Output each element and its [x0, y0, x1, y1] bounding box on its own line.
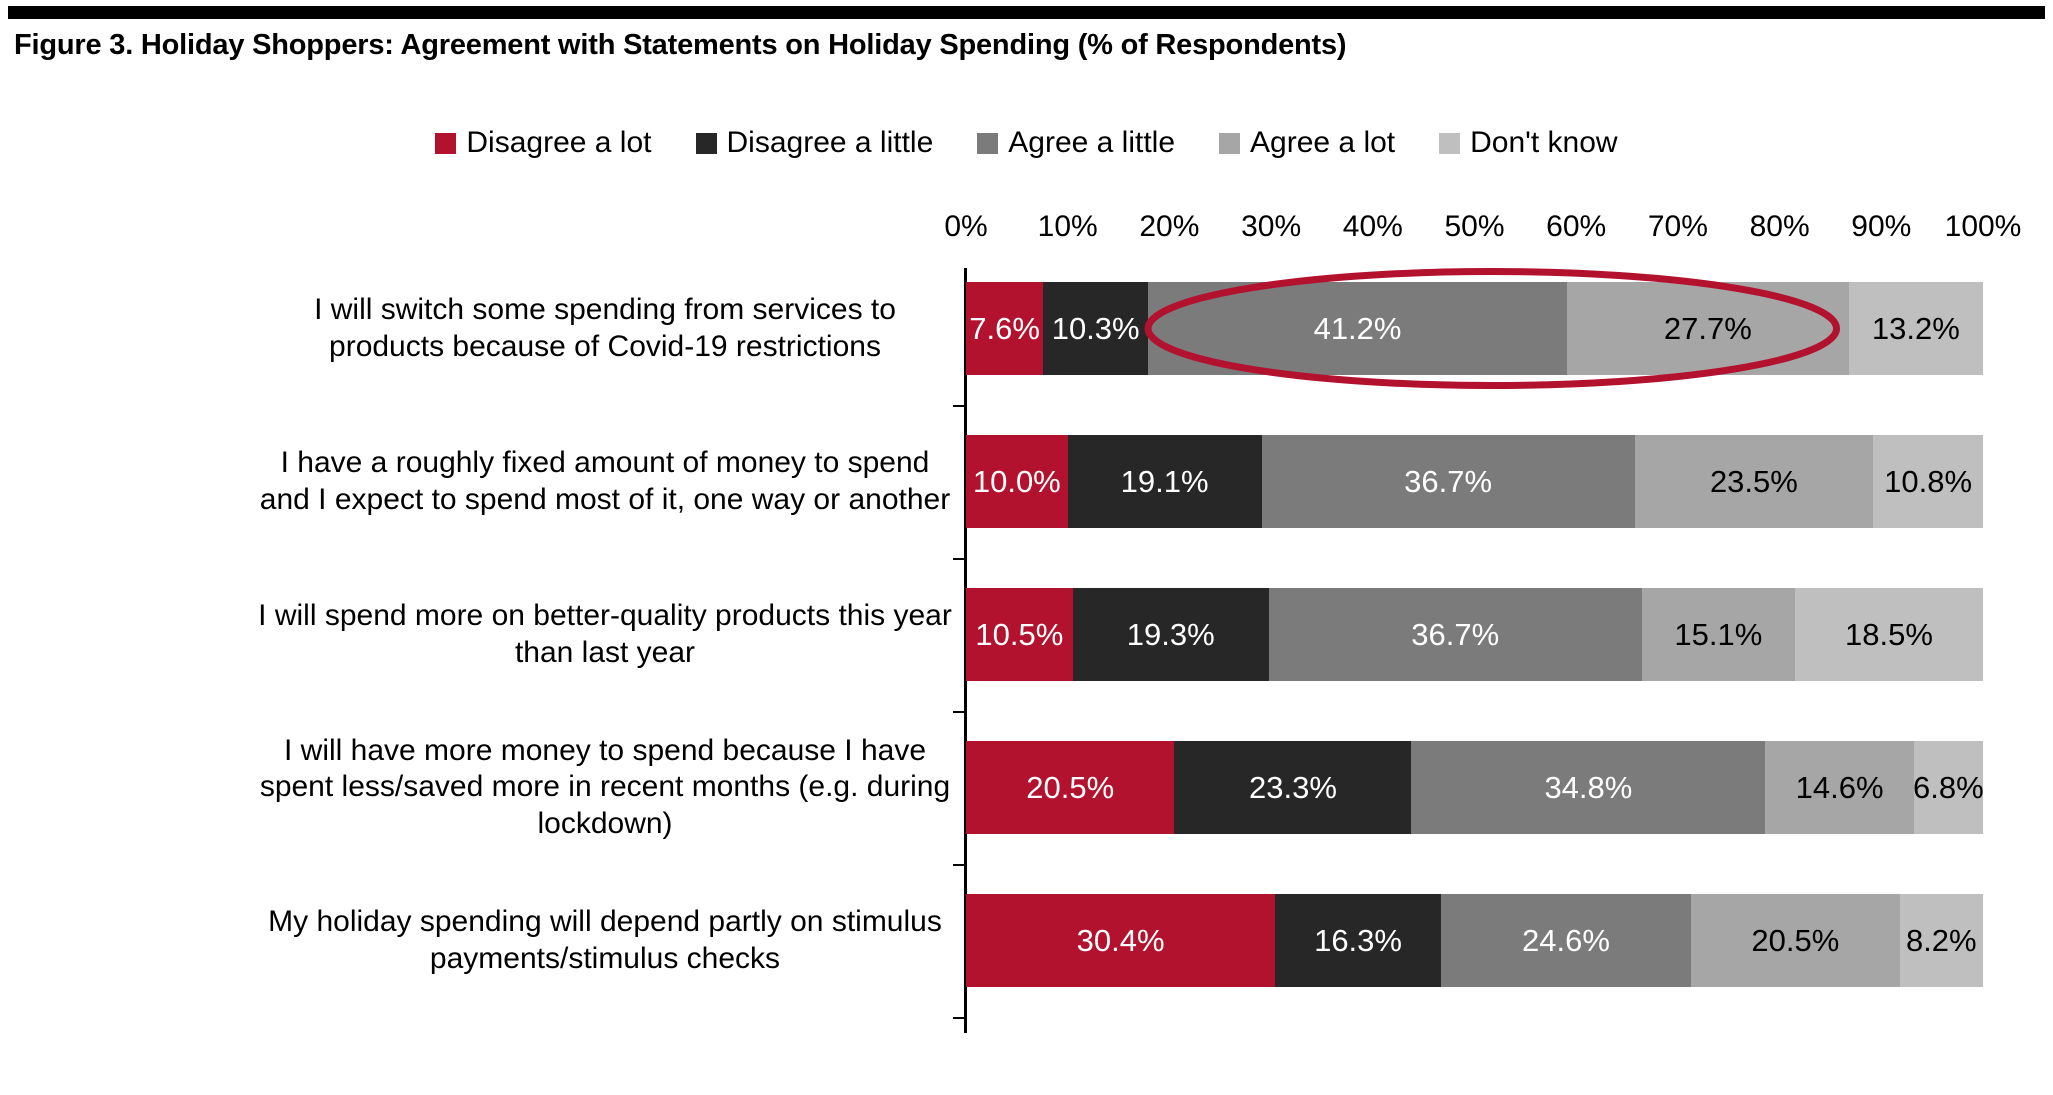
x-axis-tick: 90%: [1851, 210, 1912, 243]
bar-segment: 41.2%: [1148, 282, 1568, 375]
legend-swatch-icon: [435, 132, 457, 154]
x-axis-tick: 80%: [1749, 210, 1810, 243]
bar-segment-value-label: 20.5%: [1026, 770, 1115, 805]
x-axis-tick: 10%: [1037, 210, 1098, 243]
bar-segment-value-label: 7.6%: [969, 311, 1040, 346]
bar-segment-value-label: 13.2%: [1871, 311, 1960, 346]
bar-segment: 23.5%: [1634, 435, 1874, 528]
bar-segment-value-label: 36.7%: [1404, 464, 1493, 499]
header-rule: [8, 6, 2045, 19]
bar-segment: 16.3%: [1275, 894, 1441, 987]
bar-segment: 10.8%: [1873, 435, 1983, 528]
legend-item: Don't know: [1439, 126, 1618, 159]
bar-segment: 20.5%: [966, 741, 1175, 834]
x-axis-tick: 0%: [944, 210, 988, 243]
bar-segment: 34.8%: [1411, 741, 1766, 834]
chart-legend: Disagree a lot Disagree a little Agree a l…: [0, 128, 2053, 158]
bar-row: 30.4% 16.3% 24.6% 20.5% 8.2%: [966, 894, 1983, 987]
x-axis-tick: 30%: [1241, 210, 1302, 243]
bar-segment-value-label: 8.2%: [1905, 923, 1977, 958]
bar-segment: 36.7%: [1261, 435, 1635, 528]
legend-item: Agree a lot: [1219, 128, 1395, 158]
bar-segment-value-label: 16.3%: [1314, 923, 1402, 958]
bar-segment: 30.4%: [966, 894, 1276, 987]
bar-segment: 23.3%: [1174, 741, 1412, 834]
x-axis-tick: 70%: [1647, 210, 1708, 243]
bar-segment: 18.5%: [1795, 588, 1983, 681]
bar-segment-value-label: 36.7%: [1411, 617, 1500, 652]
bar-segment-value-label: 6.8%: [1913, 770, 1984, 805]
legend-swatch-icon: [977, 132, 999, 154]
bar-segment: 27.7%: [1567, 282, 1849, 375]
bar-segment: 24.6%: [1440, 894, 1692, 987]
bar-segment: 6.8%: [1913, 741, 1984, 834]
page-title: Figure 3. Holiday Shoppers: Agreement wi…: [14, 29, 1347, 61]
bar-segment: 15.1%: [1641, 588, 1796, 681]
bar-segment-value-label: 10.8%: [1884, 464, 1973, 499]
category-axis-tick: [953, 711, 965, 713]
category-label: I will have more money to spend because …: [259, 733, 951, 840]
bar-segment-value-label: 24.6%: [1522, 923, 1610, 958]
bar-segment: 10.0%: [966, 435, 1068, 528]
x-axis-tick: 40%: [1342, 210, 1403, 243]
bar-segment-value-label: 41.2%: [1313, 311, 1402, 346]
bar-segment-value-label: 15.1%: [1674, 617, 1763, 652]
bar-segment: 10.5%: [966, 588, 1073, 681]
legend-label: Agree a lot: [1250, 126, 1396, 159]
bar-segment: 19.1%: [1067, 435, 1262, 528]
category-axis-tick: [953, 864, 965, 866]
category-label: I have a roughly fixed amount of money t…: [259, 446, 951, 516]
bar-segment: 19.3%: [1072, 588, 1269, 681]
bar-segment: 10.3%: [1043, 282, 1149, 375]
category-axis-tick: [953, 1017, 965, 1019]
bar-segment-value-label: 23.5%: [1709, 464, 1798, 499]
bar-segment-value-label: 19.3%: [1126, 617, 1215, 652]
bar-segment-value-label: 10.3%: [1051, 311, 1140, 346]
bar-segment-value-label: 27.7%: [1663, 311, 1752, 346]
bar-segment-value-label: 10.5%: [975, 617, 1064, 652]
bar-segment-value-label: 19.1%: [1120, 464, 1209, 499]
legend-item: Agree a little: [977, 128, 1175, 158]
bar-row: 10.0% 19.1% 36.7% 23.5% 10.8%: [966, 435, 1983, 528]
legend-label: Agree a little: [1008, 126, 1176, 159]
bar-segment: 36.7%: [1268, 588, 1642, 681]
legend-label: Disagree a lot: [466, 126, 652, 159]
category-axis-tick: [953, 558, 965, 560]
category-axis-tick: [953, 405, 965, 407]
category-label: I will switch some spending from service…: [314, 293, 896, 363]
legend-label: Disagree a little: [726, 126, 934, 159]
legend-swatch-icon: [1439, 132, 1461, 154]
legend-swatch-icon: [695, 132, 717, 154]
category-label: My holiday spending will depend partly o…: [268, 905, 942, 975]
legend-swatch-icon: [1219, 132, 1241, 154]
category-label: I will spend more on better-quality prod…: [258, 599, 952, 669]
legend-label: Don't know: [1470, 126, 1618, 159]
bar-segment: 13.2%: [1848, 282, 1983, 375]
stacked-bar-plot-area: 7.6% 10.3% 41.2% 27.7% 13.2% 10.0% 19.1% 36.7% 2…: [953, 268, 1984, 1033]
x-axis-tick-labels: 0% 10% 20% 30% 40% 50% 60% 70% 80% 90% 100%: [944, 210, 2021, 252]
legend-item: Disagree a little: [695, 126, 934, 159]
bar-segment-value-label: 10.0%: [972, 464, 1061, 499]
bar-segment-value-label: 18.5%: [1845, 617, 1933, 652]
bar-segment-value-label: 14.6%: [1795, 770, 1884, 805]
x-axis-tick: 60%: [1546, 210, 1607, 243]
x-axis-tick: 50%: [1444, 210, 1505, 243]
x-axis-tick: 100%: [1944, 210, 2022, 243]
bar-segment: 8.2%: [1899, 894, 1983, 987]
bar-segment: 20.5%: [1691, 894, 1900, 987]
bar-row: 10.5% 19.3% 36.7% 15.1% 18.5%: [966, 588, 1983, 681]
legend-item: Disagree a lot: [435, 126, 652, 159]
bar-segment-value-label: 30.4%: [1076, 923, 1165, 958]
bar-segment-value-label: 23.3%: [1249, 770, 1337, 805]
bar-segment: 14.6%: [1765, 741, 1914, 834]
bar-segment-value-label: 20.5%: [1751, 923, 1840, 958]
x-axis-tick: 20%: [1139, 210, 1200, 243]
bar-segment: 7.6%: [966, 282, 1044, 375]
bar-segment-value-label: 34.8%: [1544, 770, 1633, 805]
bar-row: 7.6% 10.3% 41.2% 27.7% 13.2%: [966, 282, 1983, 375]
bar-row: 20.5% 23.3% 34.8% 14.6% 6.8%: [966, 741, 1984, 834]
